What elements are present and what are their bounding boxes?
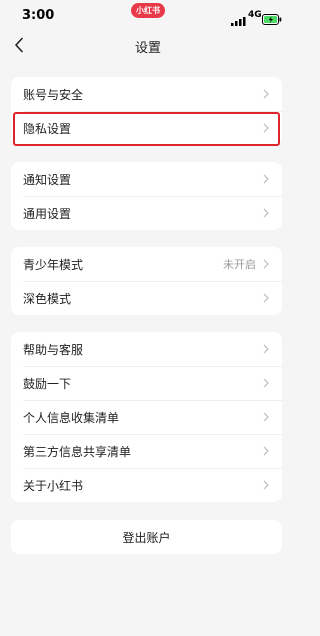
settings-item-label: 深色模式 [23,291,72,306]
settings-item-label: 鼓励一下 [23,376,72,391]
settings-item-third-party-list[interactable]: 第三方信息共享清单 [11,434,282,468]
settings-item-account-security[interactable]: 账号与安全 [11,77,282,111]
chevron-right-icon [263,208,269,218]
settings-item-notifications[interactable]: 通知设置 [11,162,282,196]
settings-item-help[interactable]: 帮助与客服 [11,332,282,366]
network-type: 4G [248,10,262,20]
logout-button[interactable]: 登出账户 [11,520,282,554]
settings-item-general[interactable]: 通用设置 [11,196,282,230]
page-title: 设置 [134,41,161,56]
status-bar: 3:00 小红书 4G [0,0,296,32]
settings-item-teen-mode[interactable]: 青少年模式 未开启 [11,247,282,281]
settings-group-display: 青少年模式 未开启 深色模式 [11,247,282,315]
settings-item-label: 第三方信息共享清单 [23,444,132,459]
settings-item-dark-mode[interactable]: 深色模式 [11,281,282,315]
chevron-right-icon [263,446,269,456]
settings-item-label: 隐私设置 [23,121,72,136]
settings-item-label: 个人信息收集清单 [23,410,120,425]
battery-icon [262,10,282,29]
settings-item-privacy[interactable]: 隐私设置 [11,111,282,145]
settings-item-personal-info-list[interactable]: 个人信息收集清单 [11,400,282,434]
teen-mode-status: 未开启 [223,258,256,271]
status-time: 3:00 [22,8,55,23]
settings-group-notifications: 通知设置 通用设置 [11,162,282,230]
settings-item-label: 关于小红书 [23,478,84,493]
chevron-right-icon [263,89,269,99]
settings-item-about[interactable]: 关于小红书 [11,468,282,502]
settings-item-label: 账号与安全 [23,87,84,102]
chevron-right-icon [263,259,269,269]
signal-icon [231,11,246,30]
chevron-right-icon [263,174,269,184]
chevron-right-icon [263,344,269,354]
settings-item-label: 帮助与客服 [23,342,84,357]
nav-bar: 设置 [0,30,296,60]
chevron-right-icon [263,480,269,490]
logout-label: 登出账户 [122,530,171,545]
settings-item-label: 青少年模式 [23,257,84,272]
settings-item-label: 通用设置 [23,206,72,221]
chevron-right-icon [263,293,269,303]
settings-item-label: 通知设置 [23,172,72,187]
app-badge: 小红书 [131,3,165,18]
chevron-right-icon [263,412,269,422]
settings-group-about: 帮助与客服 鼓励一下 个人信息收集清单 第三方信息共享清单 关于小红书 [11,332,282,502]
settings-group-account: 账号与安全 隐私设置 [11,77,282,145]
chevron-right-icon [263,123,269,133]
settings-item-encourage[interactable]: 鼓励一下 [11,366,282,400]
chevron-right-icon [263,378,269,388]
